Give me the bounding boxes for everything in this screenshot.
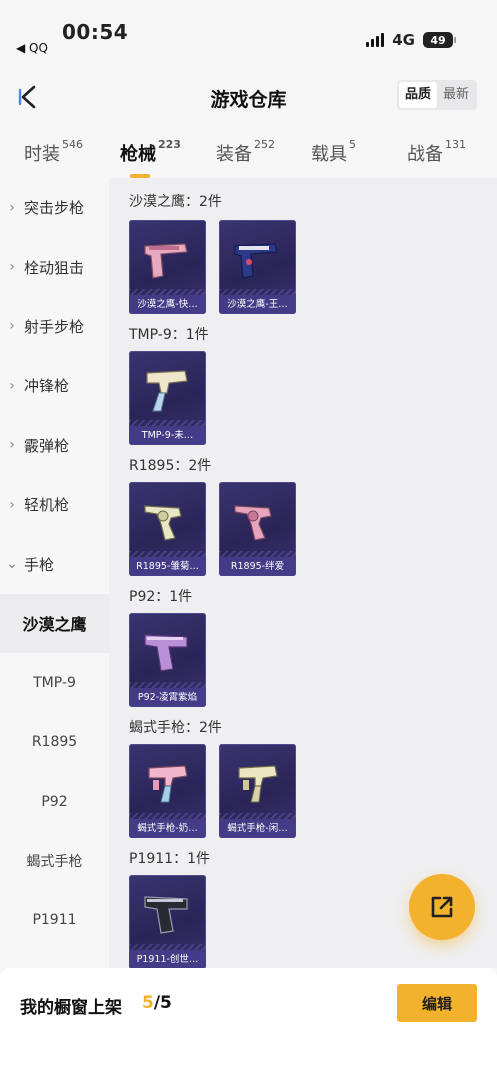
showcase-bar: 我的橱窗上架 5/5 编辑 (0, 968, 497, 1080)
back-to-app-link[interactable]: ◀ QQ (16, 41, 48, 55)
tab-count: 252 (254, 138, 275, 151)
network-type: 4G (392, 31, 415, 49)
item-label: R1895-雏菊… (129, 557, 206, 576)
sidebar-item-label: 射手步枪 (24, 317, 85, 336)
sidebar-item-pistol[interactable]: ⌄ 手枪 (0, 534, 109, 593)
item-card[interactable]: P1911-创世… (129, 875, 206, 968)
tab-count: 131 (445, 138, 466, 151)
item-card[interactable]: 蝎式手枪-闲… (219, 744, 296, 838)
sidebar: › 突击步枪 › 栓动狙击 › 射手步枪 › 冲锋枪 › 霰弹枪 › 轻机枪 ⌄ 手枪 沙漠之… (0, 178, 109, 968)
tab-vehicles[interactable]: 载具 5 (311, 138, 356, 166)
item-label: 沙漠之鹰-快… (129, 295, 206, 314)
group-title: P92：1件 (129, 589, 193, 605)
item-card[interactable]: P92-凌霄紫焰 (129, 613, 206, 707)
status-time: 00:54 (62, 20, 129, 44)
chevron-right-icon: › (9, 496, 15, 513)
pistol-dark-icon (144, 896, 188, 934)
tab-label: 时装 (24, 144, 60, 165)
showcase-count: 5/5 (142, 993, 172, 1013)
scorpion-cream-icon (238, 765, 278, 803)
sort-quality-button[interactable]: 品质 (398, 82, 437, 108)
showcase-label: 我的橱窗上架 (20, 998, 122, 1018)
sidebar-item-label: 栓动狙击 (24, 258, 85, 277)
sidebar-item-label: 手枪 (24, 555, 55, 574)
share-icon (431, 896, 453, 918)
tab-label: 载具 (311, 144, 347, 165)
sidebar-item-shotgun[interactable]: › 霰弹枪 (0, 416, 109, 475)
status-indicators: 4G 49 (366, 31, 456, 49)
sidebar-item-lmg[interactable]: › 轻机枪 (0, 475, 109, 534)
tab-label: 战备 (407, 144, 443, 165)
group-title: TMP-9：1件 (129, 327, 209, 343)
signal-icon (366, 33, 385, 47)
sidebar-item-smg[interactable]: › 冲锋枪 (0, 356, 109, 415)
item-card[interactable]: 蝎式手枪-奶… (129, 744, 206, 838)
item-label: 沙漠之鹰-王… (219, 295, 296, 314)
scorpion-pink-icon (148, 765, 188, 803)
chevron-down-icon: ⌄ (6, 556, 18, 573)
tab-equipment[interactable]: 装备 252 (216, 138, 275, 166)
desert-eagle-pink-icon (144, 243, 188, 279)
share-button[interactable] (409, 874, 475, 940)
nav-bar: 游戏仓库 品质 最新 (0, 64, 497, 130)
revolver-cream-icon (144, 505, 182, 541)
chevron-right-icon: › (9, 199, 15, 216)
tmp9-cream-icon (146, 370, 188, 412)
edit-button[interactable]: 编辑 (397, 984, 477, 1022)
sidebar-item-label: 轻机枪 (24, 496, 70, 515)
item-label: P1911-创世… (129, 950, 206, 968)
sidebar-subitem-p92[interactable]: P92 (0, 772, 109, 831)
sidebar-item-label: 突击步枪 (24, 199, 85, 218)
revolver-pink-icon (234, 505, 272, 541)
category-tabs: 时装 546 枪械 223 装备 252 载具 5 战备 131 (0, 130, 497, 178)
item-grid: 沙漠之鹰：2件 沙漠之鹰-快… 沙漠之鹰-王… TMP-9：1件 TMP-9-未… (109, 178, 497, 968)
item-card[interactable]: 沙漠之鹰-快… (129, 220, 206, 314)
item-card[interactable]: 沙漠之鹰-王… (219, 220, 296, 314)
item-label: P92-凌霄紫焰 (129, 688, 206, 707)
desert-eagle-navy-icon (234, 243, 278, 279)
group-title: P1911：1件 (129, 851, 210, 867)
sidebar-subitem-p1911[interactable]: P1911 (0, 891, 109, 950)
group-title: 沙漠之鹰：2件 (129, 194, 222, 210)
sidebar-subitem-scorpion[interactable]: 蝎式手枪 (0, 831, 109, 890)
item-label: TMP-9-未… (129, 426, 206, 445)
chevron-right-icon: › (9, 377, 15, 394)
showcase-count-current: 5 (142, 993, 154, 1013)
sidebar-item-label: 冲锋枪 (24, 377, 70, 396)
item-label: 蝎式手枪-闲… (219, 819, 296, 838)
battery-icon: 49 (423, 32, 456, 48)
tab-label: 枪械 (120, 144, 156, 165)
item-label: R1895-绊爱 (219, 557, 296, 576)
status-bar: 00:54 ◀ QQ 4G 49 (0, 0, 497, 64)
chevron-right-icon: › (9, 437, 15, 454)
sort-latest-button[interactable]: 最新 (437, 82, 475, 108)
tab-fashion[interactable]: 时装 546 (24, 138, 83, 166)
tab-label: 装备 (216, 144, 252, 165)
sidebar-item-label: 霰弹枪 (24, 436, 70, 455)
sidebar-subitem-tmp9[interactable]: TMP-9 (0, 653, 109, 712)
sort-toggle: 品质 最新 (396, 80, 477, 110)
tab-count: 223 (158, 138, 181, 151)
sidebar-item-bolt-sniper[interactable]: › 栓动狙击 (0, 237, 109, 296)
item-card[interactable]: R1895-绊爱 (219, 482, 296, 576)
item-card[interactable]: TMP-9-未… (129, 351, 206, 445)
sidebar-item-marksman-rifle[interactable]: › 射手步枪 (0, 297, 109, 356)
showcase-count-total: /5 (153, 993, 172, 1013)
tab-tactical[interactable]: 战备 131 (407, 138, 466, 166)
item-label: 蝎式手枪-奶… (129, 819, 206, 838)
group-title: R1895：2件 (129, 458, 212, 474)
pistol-purple-icon (144, 634, 188, 672)
tab-firearms[interactable]: 枪械 223 (120, 138, 181, 178)
chevron-right-icon: › (9, 318, 15, 335)
battery-level: 49 (430, 33, 446, 47)
sidebar-subitem-r1895[interactable]: R1895 (0, 713, 109, 772)
chevron-right-icon: › (9, 259, 15, 276)
sidebar-subitem-desert-eagle[interactable]: 沙漠之鹰 (0, 593, 109, 654)
item-card[interactable]: R1895-雏菊… (129, 482, 206, 576)
sidebar-item-assault-rifle[interactable]: › 突击步枪 (0, 178, 109, 237)
tab-count: 5 (349, 138, 356, 151)
tab-count: 546 (62, 138, 83, 151)
group-title: 蝎式手枪：2件 (129, 720, 222, 736)
